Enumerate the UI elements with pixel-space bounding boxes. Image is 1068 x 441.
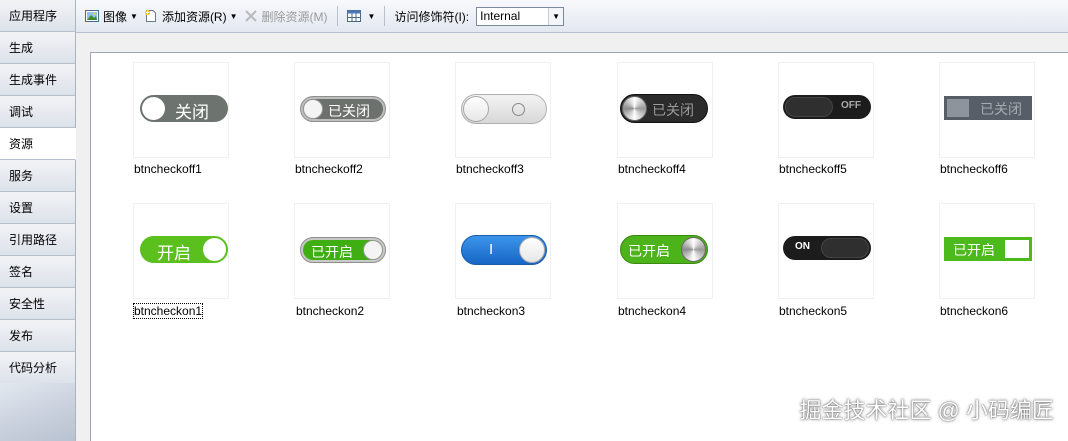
resource-images-panel: 关闭 btncheckoff1 已关闭 btncheckoff2 btnchec… bbox=[90, 52, 1068, 441]
chevron-down-icon: ▼ bbox=[548, 7, 564, 25]
sidebar-item-application[interactable]: 应用程序 bbox=[0, 0, 75, 32]
switch-text: 关闭 bbox=[175, 103, 209, 122]
resource-tile-btncheckon6[interactable]: 已开启 bbox=[939, 203, 1035, 299]
resources-toolbar: 图像 ▼ 添加资源(R) ▼ 删除资源(M) ▼ 访问修饰符(I): Inter… bbox=[76, 0, 1068, 33]
images-label: 图像 bbox=[103, 9, 128, 24]
switch-knob bbox=[519, 237, 545, 263]
resource-tile-btncheckon4[interactable]: 已开启 bbox=[617, 203, 713, 299]
resource-tile-btncheckon2[interactable]: 已开启 bbox=[294, 203, 390, 299]
images-dropdown-button[interactable]: 图像 ▼ bbox=[82, 5, 141, 27]
add-file-icon bbox=[144, 9, 158, 23]
sidebar-item-publish[interactable]: 发布 bbox=[0, 320, 75, 352]
switch-off-preview: OFF bbox=[783, 95, 871, 119]
access-modifier-value: Internal bbox=[480, 9, 521, 23]
switch-off-preview: 关闭 bbox=[140, 95, 228, 122]
sidebar-item-debug[interactable]: 调试 bbox=[0, 96, 75, 128]
switch-knob bbox=[622, 96, 647, 121]
switch-knob bbox=[203, 238, 226, 261]
toolbar-separator bbox=[384, 6, 386, 26]
switch-on-preview: 已开启 bbox=[620, 235, 708, 264]
sidebar-item-build-events[interactable]: 生成事件 bbox=[0, 64, 75, 96]
switch-on-preview: I bbox=[461, 235, 547, 265]
switch-on-preview: 开启 bbox=[140, 236, 228, 263]
delete-icon bbox=[244, 9, 258, 23]
resource-name-label: btncheckoff6 bbox=[940, 162, 1008, 176]
resource-tile-btncheckon1[interactable]: 开启 bbox=[133, 203, 229, 299]
switch-text: 已开启 bbox=[953, 242, 995, 258]
switch-text: 已关闭 bbox=[980, 101, 1022, 117]
switch-text: 开启 bbox=[157, 244, 191, 263]
switch-off-preview: 已关闭 bbox=[944, 96, 1032, 120]
toolbar-separator bbox=[336, 6, 338, 26]
resource-name-label: btncheckoff4 bbox=[618, 162, 686, 176]
resource-tile-btncheckoff2[interactable]: 已关闭 bbox=[294, 62, 390, 158]
resource-name-label: btncheckoff3 bbox=[456, 162, 524, 176]
switch-on-preview: ON bbox=[783, 236, 871, 260]
resource-tile-btncheckoff6[interactable]: 已关闭 bbox=[939, 62, 1035, 158]
sidebar-item-reference-paths[interactable]: 引用路径 bbox=[0, 224, 75, 256]
switch-knob bbox=[142, 97, 165, 120]
add-resource-button[interactable]: 添加资源(R) ▼ bbox=[141, 5, 241, 27]
chevron-down-icon: ▼ bbox=[130, 11, 138, 21]
sidebar-item-settings[interactable]: 设置 bbox=[0, 192, 75, 224]
resource-name-label: btncheckon1 bbox=[132, 303, 204, 319]
resource-tile-btncheckoff5[interactable]: OFF bbox=[778, 62, 874, 158]
switch-text: 已关闭 bbox=[652, 102, 694, 118]
switch-text: 已开启 bbox=[628, 243, 670, 259]
resource-tile-btncheckon5[interactable]: ON bbox=[778, 203, 874, 299]
resource-tile-btncheckoff4[interactable]: 已关闭 bbox=[617, 62, 713, 158]
switch-text: 已关闭 bbox=[328, 103, 370, 119]
resource-tile-btncheckoff1[interactable]: 关闭 bbox=[133, 62, 229, 158]
switch-knob bbox=[303, 99, 323, 119]
watermark-text: 掘金技术社区 @ 小码编匠 bbox=[799, 398, 1054, 423]
access-modifier-label: 访问修饰符(I): bbox=[394, 9, 470, 24]
switch-off-preview: 已关闭 bbox=[300, 96, 386, 122]
switch-on-preview: 已开启 bbox=[944, 237, 1032, 261]
chevron-down-icon: ▼ bbox=[367, 11, 376, 21]
sidebar-footer-decoration bbox=[0, 383, 75, 441]
sidebar-item-build[interactable]: 生成 bbox=[0, 32, 75, 64]
sidebar-item-signing[interactable]: 签名 bbox=[0, 256, 75, 288]
access-modifier-select[interactable]: Internal ▼ bbox=[476, 6, 565, 26]
switch-knob bbox=[681, 237, 706, 262]
switch-knob bbox=[463, 96, 489, 122]
resource-name-label: btncheckoff5 bbox=[779, 162, 847, 176]
switch-knob bbox=[363, 240, 383, 260]
sidebar-item-resources[interactable]: 资源 bbox=[0, 128, 76, 160]
grid-view-icon bbox=[346, 9, 361, 23]
view-mode-dropdown-button[interactable]: ▼ bbox=[344, 5, 379, 27]
resource-tile-btncheckon3[interactable]: I bbox=[455, 203, 551, 299]
switch-text: OFF bbox=[841, 100, 861, 111]
resource-name-label: btncheckon4 bbox=[618, 304, 687, 318]
switch-text: ON bbox=[795, 241, 810, 252]
switch-on-preview: 已开启 bbox=[300, 237, 386, 263]
add-resource-label: 添加资源(R) bbox=[161, 9, 227, 24]
resource-name-label: btncheckon3 bbox=[457, 304, 526, 318]
resource-name-label: btncheckon6 bbox=[940, 304, 1009, 318]
resource-name-label: btncheckon5 bbox=[779, 304, 848, 318]
resource-name-label: btncheckoff1 bbox=[134, 162, 202, 176]
resource-name-label: btncheckoff2 bbox=[295, 162, 363, 176]
off-circle-icon bbox=[512, 103, 525, 116]
resource-name-label: btncheckon2 bbox=[296, 304, 365, 318]
switch-off-preview bbox=[461, 94, 547, 124]
chevron-down-icon: ▼ bbox=[229, 11, 238, 21]
remove-resource-label: 删除资源(M) bbox=[261, 9, 328, 24]
sidebar-item-code-analysis[interactable]: 代码分析 bbox=[0, 352, 75, 384]
sidebar-item-services[interactable]: 服务 bbox=[0, 160, 75, 192]
sidebar-item-security[interactable]: 安全性 bbox=[0, 288, 75, 320]
switch-text: 已开启 bbox=[311, 244, 353, 260]
switch-off-preview: 已关闭 bbox=[620, 94, 708, 123]
remove-resource-button[interactable]: 删除资源(M) bbox=[241, 5, 331, 27]
project-properties-sidebar: 应用程序 生成 生成事件 调试 资源 服务 设置 引用路径 签名 安全性 发布 … bbox=[0, 0, 76, 441]
image-icon bbox=[85, 9, 99, 23]
switch-text: I bbox=[489, 241, 494, 258]
resource-tile-btncheckoff3[interactable] bbox=[455, 62, 551, 158]
